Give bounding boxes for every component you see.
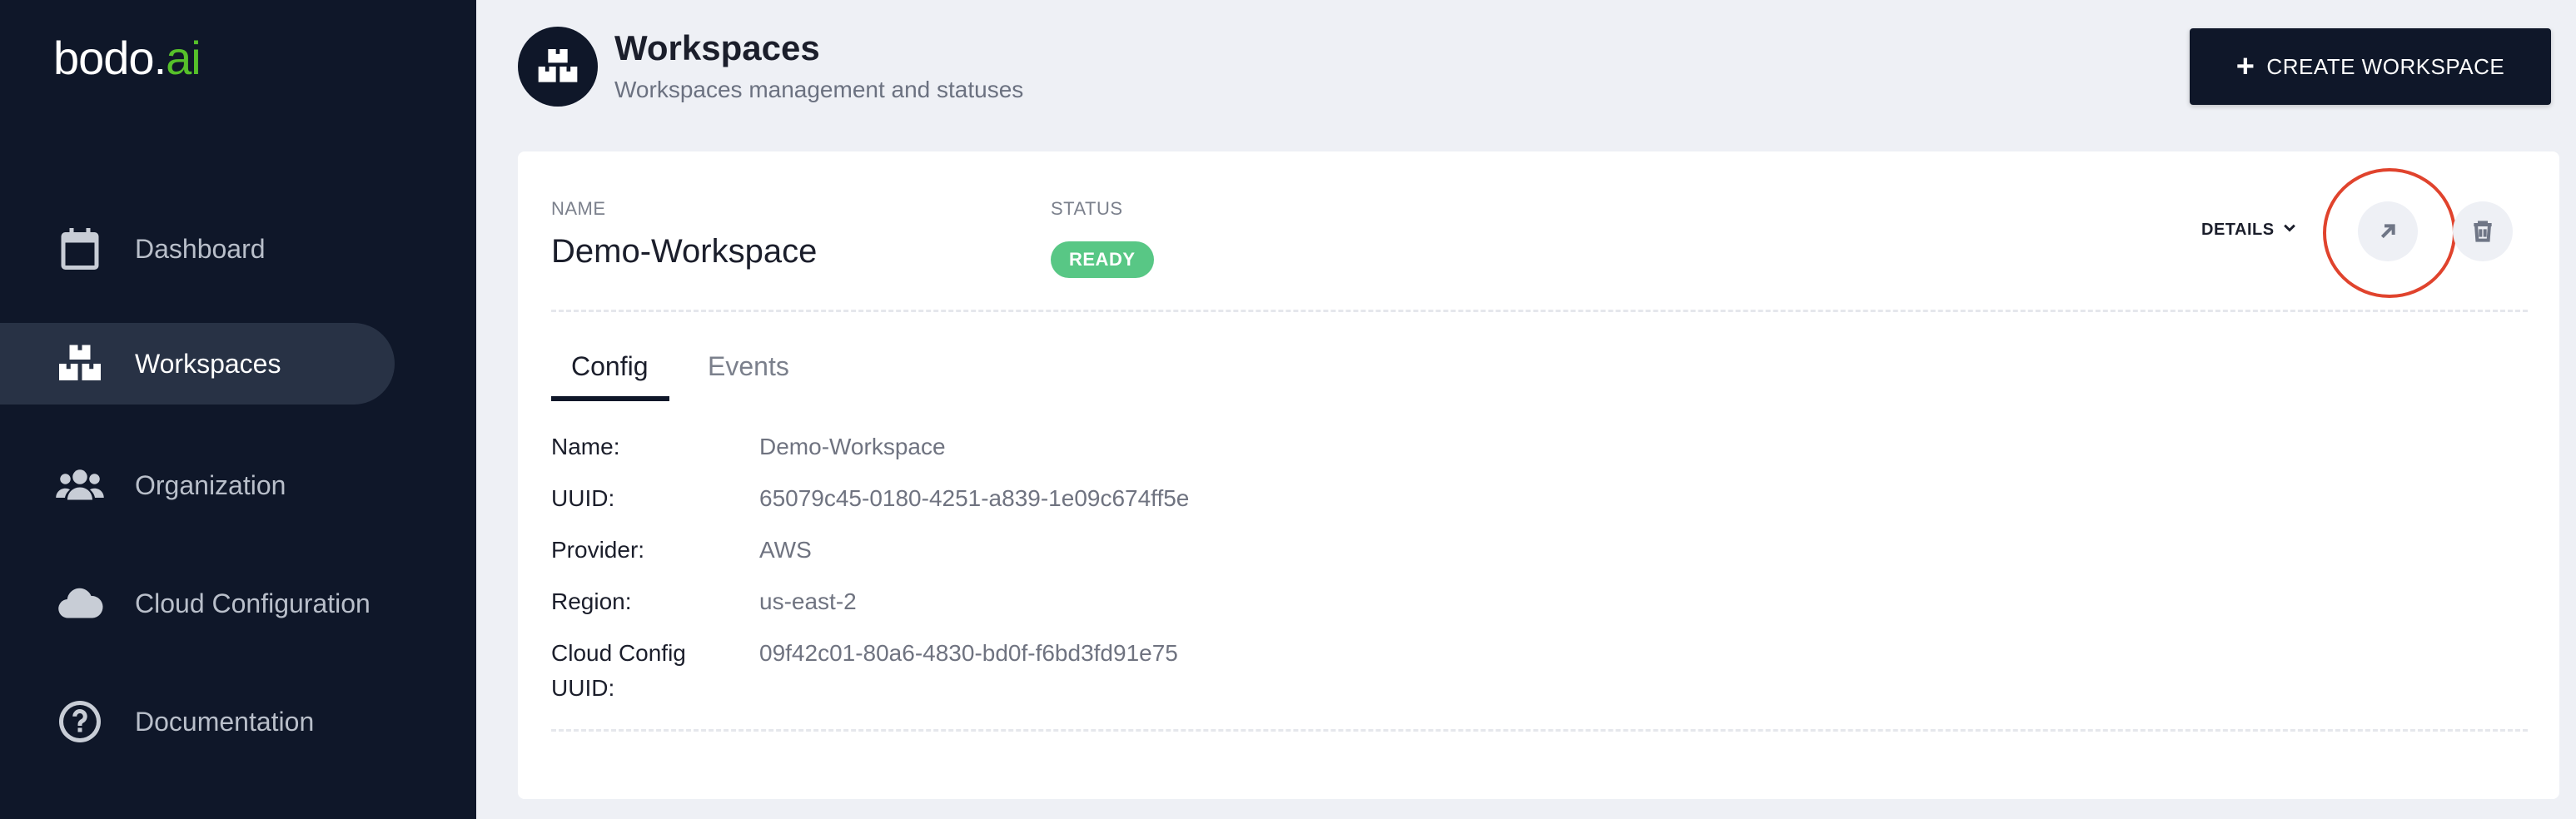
page-title: Workspaces: [614, 28, 820, 67]
config-key-cloud-config-uuid: Cloud Config UUID:: [551, 640, 686, 701]
config-value-provider: AWS: [759, 537, 812, 563]
status-column-label: STATUS: [1051, 198, 1123, 219]
config-key-uuid: UUID:: [551, 485, 615, 511]
workspace-name: Demo-Workspace: [551, 233, 818, 270]
plus-icon: +: [2235, 49, 2255, 84]
sidebar-item-label: Workspaces: [135, 348, 281, 379]
active-tab-indicator: [551, 396, 669, 401]
details-toggle[interactable]: DETAILS: [2201, 220, 2298, 241]
sidebar-item-label: Cloud Configuration: [135, 588, 370, 618]
create-workspace-label: CREATE WORKSPACE: [2266, 53, 2505, 79]
workspace-card: NAME Demo-Workspace STATUS READY DETAILS…: [518, 151, 2559, 799]
trash-icon: [2474, 221, 2492, 242]
workspaces-icon: [53, 337, 107, 390]
config-value-cloud-config-uuid: 09f42c01-80a6-4830-bd0f-f6bd3fd91e75: [759, 640, 1178, 666]
config-value-name: Demo-Workspace: [759, 434, 946, 459]
sidebar-item-label: Dashboard: [135, 233, 266, 264]
sidebar-item-documentation[interactable]: Documentation: [0, 681, 395, 762]
delete-workspace-button[interactable]: [2453, 201, 2513, 261]
sidebar-item-label: Organization: [135, 469, 286, 500]
tab-events[interactable]: Events: [708, 351, 789, 382]
divider: [551, 310, 2528, 312]
config-value-uuid: 65079c45-0180-4251-a839-1e09c674ff5e: [759, 485, 1190, 511]
name-column-label: NAME: [551, 198, 606, 219]
create-workspace-button[interactable]: + CREATE WORKSPACE: [2190, 28, 2551, 105]
divider: [551, 729, 2528, 732]
sidebar-item-organization[interactable]: Organization: [0, 444, 395, 526]
help-circle-icon: [53, 695, 107, 748]
details-label: DETAILS: [2201, 221, 2275, 239]
highlight-ring: [2323, 168, 2456, 298]
sidebar-item-workspaces[interactable]: Workspaces: [0, 323, 395, 405]
chevron-down-icon: [2281, 220, 2298, 241]
sidebar-item-dashboard[interactable]: Dashboard: [0, 208, 395, 290]
tab-config[interactable]: Config: [571, 351, 649, 382]
config-key-region: Region:: [551, 588, 632, 614]
sidebar-item-label: Documentation: [135, 706, 315, 737]
users-icon: [53, 459, 107, 512]
calendar-icon: [53, 222, 107, 275]
config-key-name: Name:: [551, 434, 620, 459]
config-key-provider: Provider:: [551, 537, 645, 563]
page-subtitle: Workspaces management and statuses: [614, 77, 1024, 102]
status-badge: READY: [1051, 241, 1154, 278]
cloud-icon: [53, 577, 107, 630]
config-value-region: us-east-2: [759, 588, 857, 614]
sidebar-item-cloud-configuration[interactable]: Cloud Configuration: [0, 563, 395, 644]
sidebar: bodo.ai Dashboard Workspaces Organizatio…: [0, 0, 476, 819]
bodo-logo[interactable]: bodo.ai: [53, 32, 201, 85]
workspaces-header-icon: [518, 27, 598, 107]
